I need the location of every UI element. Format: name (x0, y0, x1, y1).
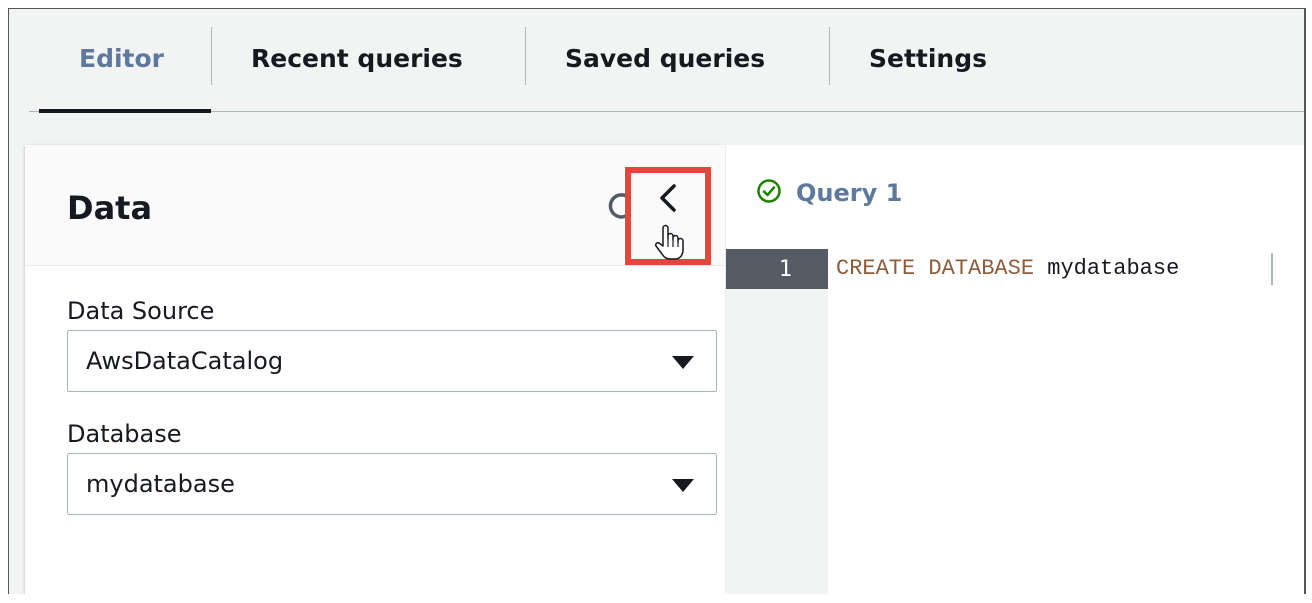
text-caret (1271, 253, 1273, 285)
sql-keyword: CREATE (836, 256, 916, 281)
query-editor: Query 1 1 CREATE DATABASE mydatabase (725, 145, 1306, 594)
code-line[interactable]: CREATE DATABASE mydatabase (836, 249, 1179, 289)
sql-keyword: DATABASE (928, 256, 1035, 281)
database-label: Database (67, 420, 182, 448)
data-source-select[interactable]: AwsDataCatalog (67, 330, 717, 392)
query-tab-label: Query 1 (796, 179, 903, 207)
line-gutter (726, 249, 828, 594)
tab-editor[interactable]: Editor (39, 9, 211, 113)
data-source-value: AwsDataCatalog (86, 347, 284, 375)
console-frame: Editor Recent queries Saved queries Sett… (8, 8, 1306, 594)
line-number: 1 (778, 257, 792, 282)
active-line-number: 1 (726, 249, 828, 289)
dropdown-caret-icon (672, 479, 694, 492)
tab-settings[interactable]: Settings (829, 9, 1027, 111)
dropdown-caret-icon (672, 356, 694, 369)
database-value: mydatabase (86, 470, 235, 498)
collapse-panel-button[interactable] (625, 167, 711, 265)
query-tab[interactable]: Query 1 (726, 145, 1288, 249)
panel-title: Data (67, 189, 153, 227)
chevron-left-icon (653, 181, 683, 219)
tab-bar: Editor Recent queries Saved queries Sett… (29, 9, 1306, 113)
data-panel: Data Data Source AwsDataCatalog Database… (25, 145, 725, 594)
data-source-label: Data Source (67, 297, 215, 325)
tab-saved-queries[interactable]: Saved queries (525, 9, 805, 111)
sql-identifier: mydatabase (1047, 256, 1180, 281)
hand-cursor-icon (653, 223, 685, 265)
tab-recent-queries[interactable]: Recent queries (211, 9, 503, 111)
data-panel-header: Data (25, 145, 725, 266)
check-circle-icon (756, 178, 782, 208)
database-select[interactable]: mydatabase (67, 453, 717, 515)
